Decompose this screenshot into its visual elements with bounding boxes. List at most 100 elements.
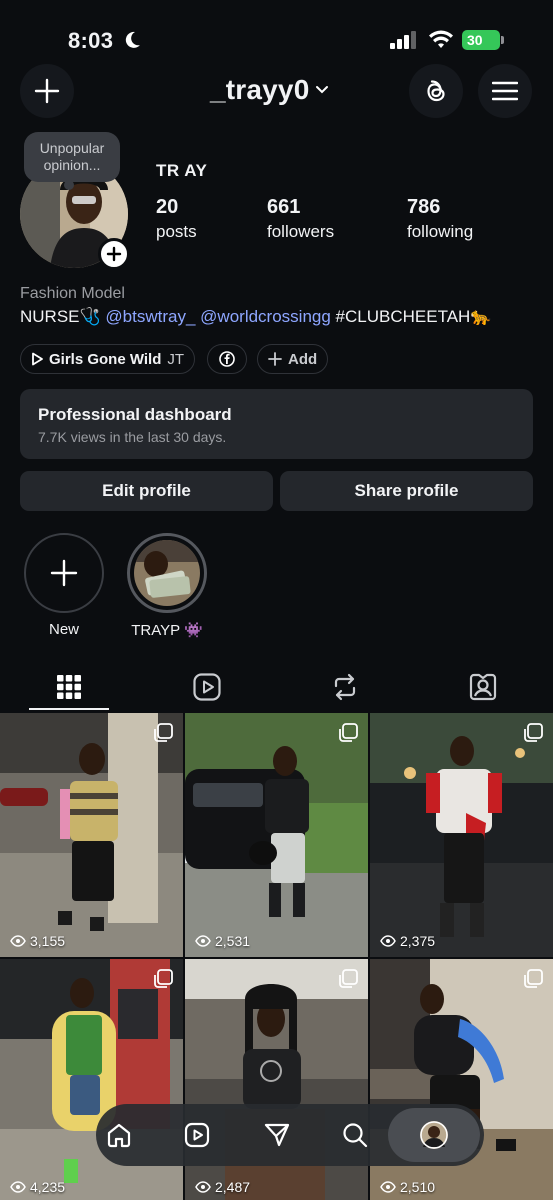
music-title: Girls Gone Wild <box>49 350 162 368</box>
carousel-icon <box>339 723 358 742</box>
battery-level: 30 <box>467 32 483 48</box>
eye-icon <box>380 1181 396 1193</box>
repost-icon <box>334 673 356 701</box>
username-switcher[interactable]: _trayy0 <box>210 74 329 106</box>
profile-music-chip[interactable]: Girls Gone Wild JT <box>20 344 196 374</box>
tagged-person-icon <box>469 673 497 701</box>
nav-profile[interactable] <box>388 1108 480 1162</box>
display-name: TR AY <box>156 161 208 180</box>
post-image <box>0 713 183 957</box>
edit-profile-button[interactable]: Edit profile <box>20 471 273 511</box>
wifi-icon <box>429 30 453 48</box>
tab-posts-grid[interactable] <box>14 664 124 710</box>
plus-icon <box>268 352 282 366</box>
highlight-ring <box>24 533 104 613</box>
bio-mention-link[interactable]: @btswtray_ <box>105 307 195 326</box>
carousel-icon <box>154 723 173 742</box>
stat-label: followers <box>267 222 335 241</box>
eye-icon <box>10 935 26 947</box>
view-count: 2,531 <box>195 933 250 949</box>
eye-icon <box>195 1181 211 1193</box>
facebook-link-chip[interactable] <box>207 344 247 374</box>
profile-category: Fashion Model <box>20 285 125 302</box>
new-highlight-button[interactable]: New <box>24 533 104 638</box>
post-thumbnail[interactable]: 3,155 <box>0 713 183 957</box>
view-count: 4,235 <box>10 1179 65 1195</box>
reels-icon <box>184 1122 210 1148</box>
posts-count[interactable]: 20 posts <box>156 196 197 242</box>
tab-reels[interactable] <box>152 664 262 710</box>
plus-icon <box>50 559 78 587</box>
send-icon <box>264 1123 290 1147</box>
active-tab-indicator <box>29 708 109 710</box>
highlight-cover-image <box>134 540 200 606</box>
username: _trayy0 <box>210 74 310 105</box>
view-count-value: 4,235 <box>30 1179 66 1195</box>
stat-value: 786 <box>407 196 441 218</box>
stat-value: 20 <box>156 196 179 218</box>
highlight-label: TRAYP 👾 <box>131 622 203 639</box>
add-label: Add <box>288 350 318 368</box>
facebook-icon <box>219 351 235 367</box>
view-count-value: 2,375 <box>400 933 436 949</box>
plus-icon <box>34 78 60 104</box>
tab-tagged[interactable] <box>428 664 538 710</box>
post-thumbnail[interactable]: 2,375 <box>370 713 553 957</box>
eye-icon <box>195 935 211 947</box>
post-image <box>185 713 368 957</box>
stat-value: 661 <box>267 196 301 218</box>
highlight-item[interactable]: TRAYP 👾 <box>127 533 207 639</box>
play-icon <box>32 352 43 366</box>
bio-hashtag[interactable]: #CLUBCHEETAH🐆 <box>336 307 492 326</box>
home-icon <box>107 1123 131 1148</box>
threads-icon <box>427 80 445 102</box>
nav-direct-messages[interactable] <box>254 1112 300 1158</box>
view-count: 2,375 <box>380 933 435 949</box>
create-button[interactable] <box>20 64 74 118</box>
view-count-value: 2,510 <box>400 1179 436 1195</box>
followers-count[interactable]: 661 followers <box>267 196 334 242</box>
bio-text: NURSE🩺 <box>20 307 101 326</box>
post-image <box>370 713 553 957</box>
cellular-signal-icon <box>390 31 416 49</box>
status-time: 8:03 <box>68 28 114 53</box>
following-count[interactable]: 786 following <box>407 196 473 242</box>
dashboard-subtitle: 7.7K views in the last 30 days. <box>38 429 227 445</box>
nav-home[interactable] <box>96 1112 142 1158</box>
nav-reels[interactable] <box>174 1112 220 1158</box>
profile-bio: NURSE🩺 @btswtray_ @worldcrossingg #CLUBC… <box>20 307 492 327</box>
eye-icon <box>10 1181 26 1193</box>
bottom-nav-bar <box>96 1104 484 1166</box>
battery-indicator: 30 <box>462 30 504 50</box>
stat-label: following <box>407 222 474 241</box>
add-link-chip[interactable]: Add <box>257 344 329 374</box>
tab-reposts[interactable] <box>290 664 400 710</box>
nav-search[interactable] <box>332 1112 378 1158</box>
eye-icon <box>380 935 396 947</box>
carousel-icon <box>524 723 543 742</box>
profile-note[interactable]: Unpopular opinion... <box>24 132 120 190</box>
grid-icon <box>57 675 81 699</box>
share-profile-button[interactable]: Share profile <box>280 471 533 511</box>
view-count-value: 3,155 <box>30 933 66 949</box>
view-count: 2,510 <box>380 1179 435 1195</box>
highlight-ring <box>127 533 207 613</box>
highlight-label: New <box>48 621 79 638</box>
chevron-down-icon <box>316 86 329 94</box>
reels-icon <box>193 673 221 701</box>
carousel-icon <box>524 969 543 988</box>
menu-button[interactable] <box>478 64 532 118</box>
status-bar: 8:03 30 <box>0 0 553 80</box>
profile-avatar-small <box>420 1121 448 1149</box>
bio-mention-link[interactable]: @worldcrossingg <box>200 307 331 326</box>
view-count: 2,487 <box>195 1179 250 1195</box>
view-count-value: 2,487 <box>215 1179 251 1195</box>
threads-button[interactable] <box>409 64 463 118</box>
add-story-button[interactable] <box>98 238 130 270</box>
dashboard-title: Professional dashboard <box>38 405 232 424</box>
professional-dashboard-card[interactable]: Professional dashboard 7.7K views in the… <box>20 389 533 459</box>
post-thumbnail[interactable]: 2,531 <box>185 713 368 957</box>
moon-icon <box>125 31 140 48</box>
carousel-icon <box>154 969 173 988</box>
hamburger-menu-icon <box>492 81 518 101</box>
